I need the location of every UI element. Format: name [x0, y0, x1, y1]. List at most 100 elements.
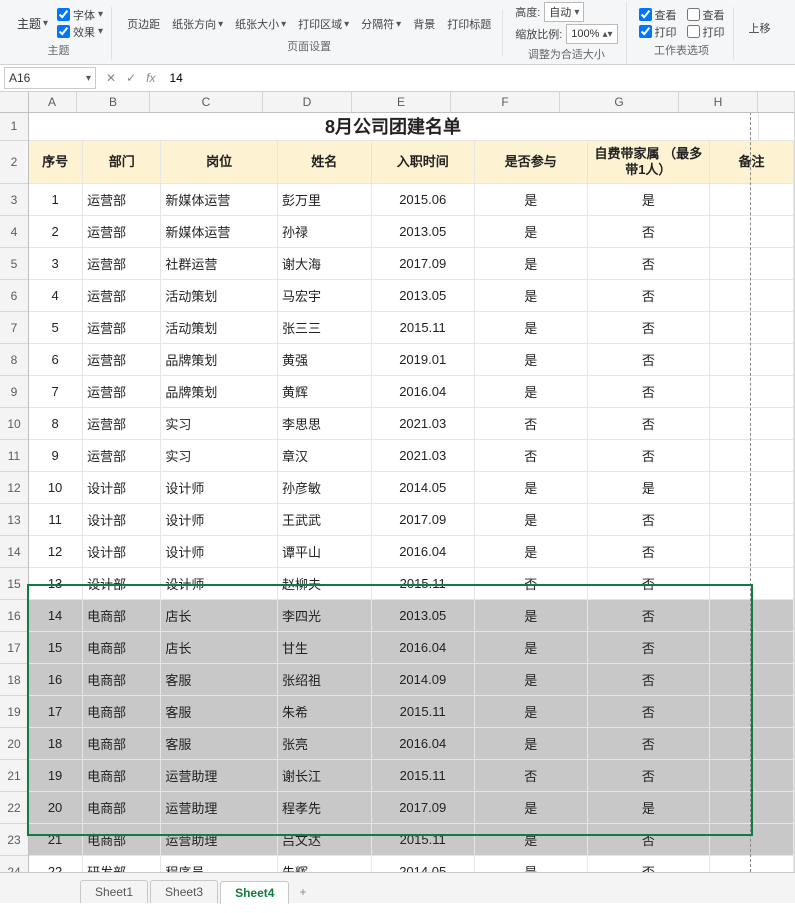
- row-header[interactable]: 16: [0, 600, 28, 632]
- cell[interactable]: 设计师: [161, 472, 278, 503]
- table-row[interactable]: 9运营部实习章汉2021.03否否: [28, 440, 794, 472]
- sheet-tab[interactable]: Sheet3: [150, 880, 218, 903]
- cell[interactable]: 7: [28, 376, 83, 407]
- cell[interactable]: 吕文达: [278, 824, 372, 855]
- cell[interactable]: 运营部: [83, 184, 161, 215]
- cell[interactable]: 是: [475, 376, 588, 407]
- cell[interactable]: 谢长江: [278, 760, 372, 791]
- cell[interactable]: 电商部: [83, 696, 161, 727]
- cell[interactable]: 黄辉: [278, 376, 372, 407]
- cell[interactable]: 2014.09: [372, 664, 475, 695]
- column-headers[interactable]: ABCDEFGH: [28, 92, 794, 113]
- table-row[interactable]: 8运营部实习李思思2021.03否否: [28, 408, 794, 440]
- cell[interactable]: [710, 536, 794, 567]
- row-header[interactable]: 8: [0, 344, 28, 376]
- cell[interactable]: 是: [475, 728, 588, 759]
- cell[interactable]: 17: [28, 696, 83, 727]
- cell[interactable]: 2015.06: [372, 184, 475, 215]
- cell[interactable]: 张绍祖: [278, 664, 372, 695]
- cell[interactable]: 孙禄: [278, 216, 372, 247]
- cells-area[interactable]: 8月公司团建名单序号部门岗位姓名入职时间是否参与自费带家属 （最多带1人）备注1…: [28, 112, 794, 872]
- cell[interactable]: 否: [588, 280, 710, 311]
- cell[interactable]: 是: [588, 472, 710, 503]
- cell[interactable]: [710, 248, 794, 279]
- sheet-title[interactable]: 8月公司团建名单: [28, 112, 759, 140]
- cell[interactable]: 2021.03: [372, 408, 475, 439]
- move-up-button[interactable]: 上移: [746, 19, 774, 37]
- column-header-B[interactable]: B: [77, 92, 150, 112]
- cell[interactable]: 运营部: [83, 312, 161, 343]
- cell[interactable]: 设计部: [83, 536, 161, 567]
- cell[interactable]: 运营助理: [161, 760, 278, 791]
- cell[interactable]: 运营部: [83, 216, 161, 247]
- row-header[interactable]: 19: [0, 696, 28, 728]
- cell[interactable]: 电商部: [83, 760, 161, 791]
- cell[interactable]: 新媒体运营: [161, 184, 278, 215]
- row-header[interactable]: 5: [0, 248, 28, 280]
- cell[interactable]: 3: [28, 248, 83, 279]
- cell[interactable]: [710, 792, 794, 823]
- cell[interactable]: 2013.05: [372, 600, 475, 631]
- table-row[interactable]: 19电商部运营助理谢长江2015.11否否: [28, 760, 794, 792]
- select-all-corner[interactable]: [0, 92, 29, 113]
- print-checkbox-1[interactable]: 打印: [639, 24, 677, 40]
- cell[interactable]: 电商部: [83, 792, 161, 823]
- row-header[interactable]: 7: [0, 312, 28, 344]
- column-header-D[interactable]: D: [263, 92, 352, 112]
- table-row[interactable]: 1运营部新媒体运营彭万里2015.06是是: [28, 184, 794, 216]
- cell[interactable]: 彭万里: [278, 184, 372, 215]
- cell[interactable]: 朱希: [278, 696, 372, 727]
- table-row[interactable]: 2运营部新媒体运营孙禄2013.05是否: [28, 216, 794, 248]
- cell[interactable]: 章汉: [278, 440, 372, 471]
- cell[interactable]: [710, 728, 794, 759]
- sheet-tab[interactable]: Sheet4: [220, 881, 289, 904]
- cell[interactable]: 否: [588, 632, 710, 663]
- scale-combo[interactable]: 100% ▴▾: [566, 24, 617, 44]
- row-header[interactable]: 12: [0, 472, 28, 504]
- cell[interactable]: 否: [588, 408, 710, 439]
- formula-input[interactable]: [165, 68, 795, 88]
- cell[interactable]: 谢大海: [278, 248, 372, 279]
- cell[interactable]: [710, 408, 794, 439]
- row-header[interactable]: 6: [0, 280, 28, 312]
- cell[interactable]: 2: [28, 216, 83, 247]
- row-header[interactable]: 20: [0, 728, 28, 760]
- cell[interactable]: 活动策划: [161, 312, 278, 343]
- cell[interactable]: [710, 760, 794, 791]
- column-header-F[interactable]: F: [451, 92, 560, 112]
- cell[interactable]: 否: [475, 440, 588, 471]
- cell[interactable]: 运营助理: [161, 792, 278, 823]
- themes-button[interactable]: 主题 ▾: [14, 14, 51, 33]
- cell[interactable]: [710, 824, 794, 855]
- cell[interactable]: 2016.04: [372, 376, 475, 407]
- cell[interactable]: [710, 440, 794, 471]
- cell[interactable]: 是: [475, 344, 588, 375]
- breaks-button[interactable]: 分隔符▾: [358, 15, 404, 33]
- table-row[interactable]: 22研发部程序员朱辉2014.05是否: [28, 856, 794, 872]
- cell[interactable]: 是: [475, 472, 588, 503]
- cell[interactable]: 社群运营: [161, 248, 278, 279]
- table-row[interactable]: 11设计部设计师王武武2017.09是否: [28, 504, 794, 536]
- cell[interactable]: 实习: [161, 440, 278, 471]
- cell[interactable]: 赵柳夫: [278, 568, 372, 599]
- cell[interactable]: 否: [588, 344, 710, 375]
- table-row[interactable]: 18电商部客服张亮2016.04是否: [28, 728, 794, 760]
- cell[interactable]: 18: [28, 728, 83, 759]
- cell[interactable]: 李四光: [278, 600, 372, 631]
- cell[interactable]: 黄强: [278, 344, 372, 375]
- size-button[interactable]: 纸张大小▾: [232, 15, 289, 33]
- table-row[interactable]: 7运营部品牌策划黄辉2016.04是否: [28, 376, 794, 408]
- cell[interactable]: 是: [475, 504, 588, 535]
- add-sheet-button[interactable]: +: [291, 881, 314, 903]
- cell[interactable]: 运营部: [83, 376, 161, 407]
- print-area-button[interactable]: 打印区域▾: [295, 15, 352, 33]
- row-header[interactable]: 14: [0, 536, 28, 568]
- cell[interactable]: 否: [588, 760, 710, 791]
- cell[interactable]: 朱辉: [278, 856, 372, 872]
- view-checkbox-2[interactable]: 查看: [687, 7, 725, 23]
- cell[interactable]: 运营助理: [161, 824, 278, 855]
- cell[interactable]: 2013.05: [372, 216, 475, 247]
- table-row[interactable]: 14电商部店长李四光2013.05是否: [28, 600, 794, 632]
- cell[interactable]: 店长: [161, 600, 278, 631]
- cell[interactable]: 程孝先: [278, 792, 372, 823]
